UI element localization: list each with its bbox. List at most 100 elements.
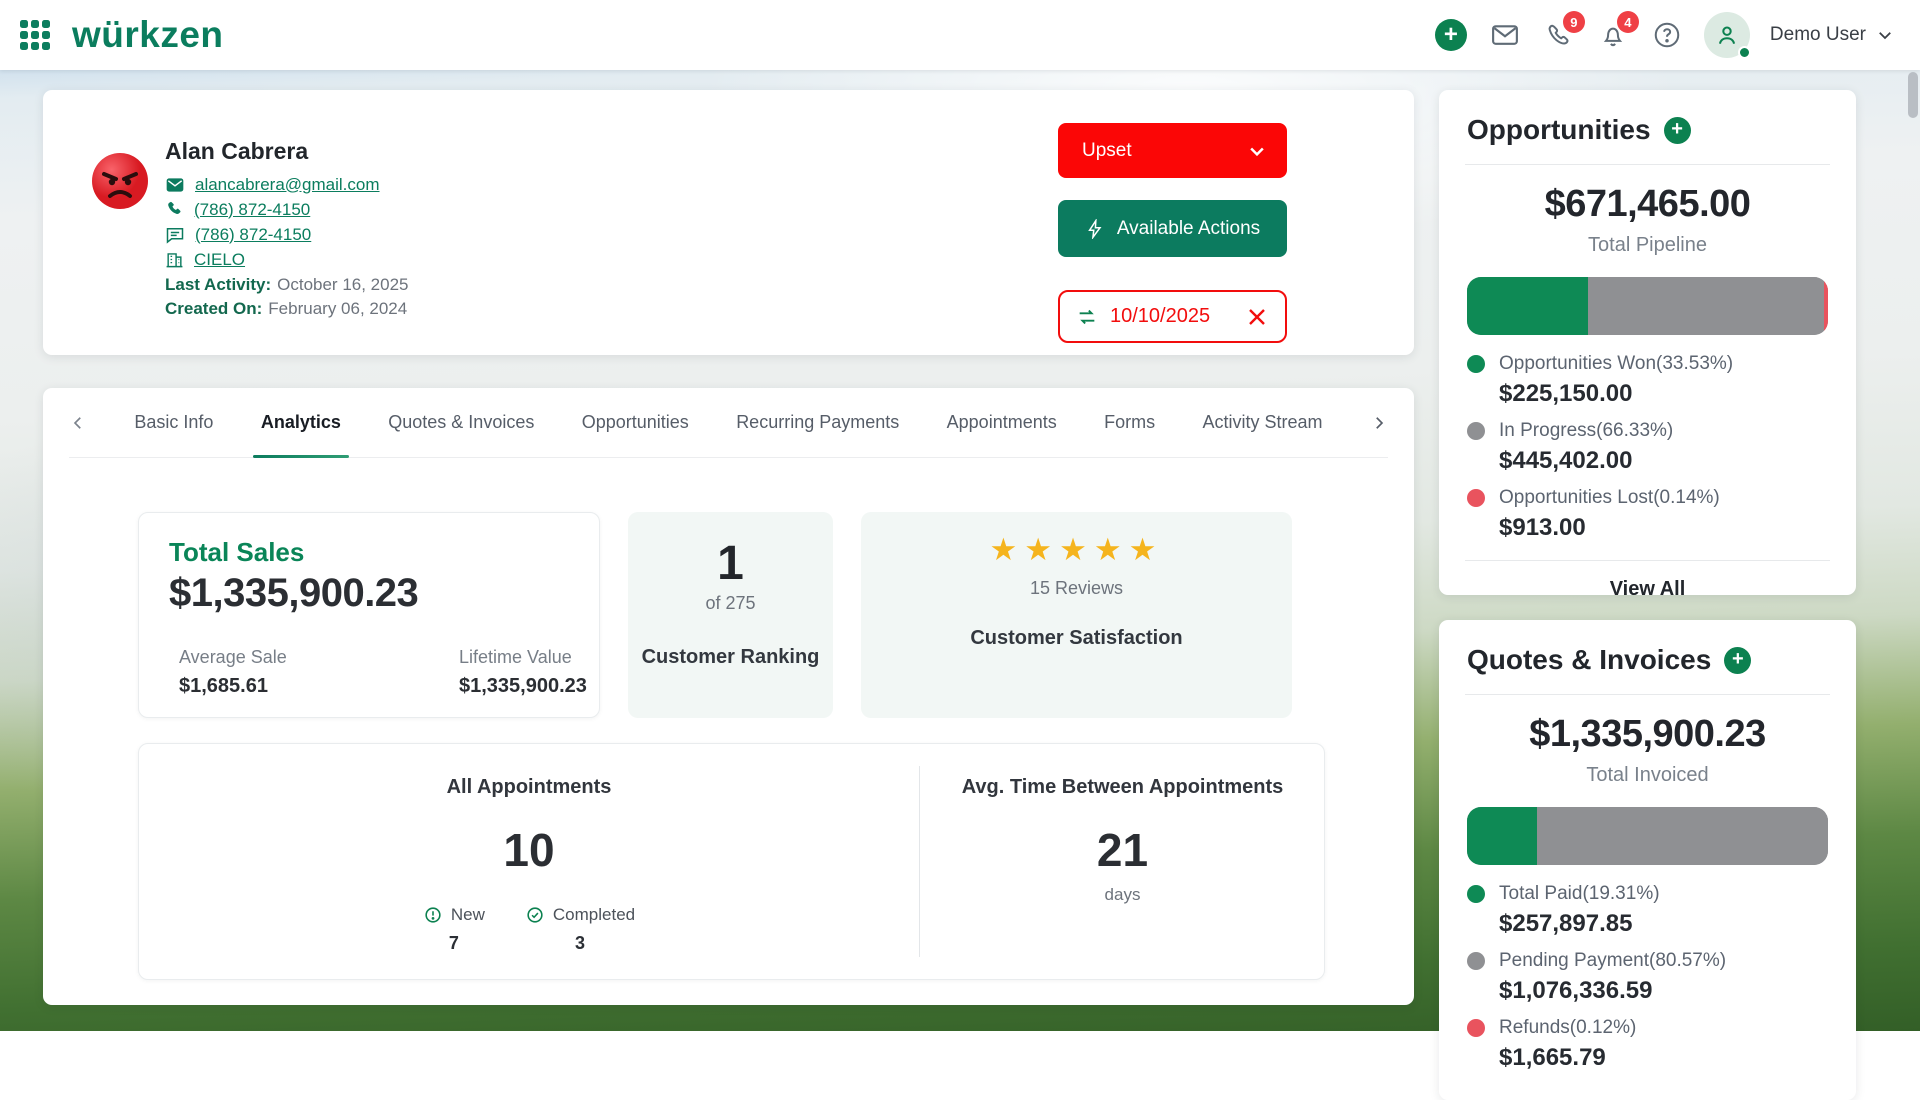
lightning-icon [1085, 219, 1105, 239]
new-alarm-icon [423, 905, 443, 925]
legend-opportunities-lost: Opportunities Lost(0.14%) $913.00 [1467, 487, 1828, 542]
clear-date-icon[interactable] [1245, 305, 1269, 329]
sms-icon [165, 225, 185, 245]
chevron-right-icon [1370, 414, 1388, 432]
last-activity-value: October 16, 2025 [277, 275, 408, 295]
last-activity-row: Last Activity: October 16, 2025 [165, 273, 409, 297]
tab-forms[interactable]: Forms [1104, 388, 1155, 457]
legend-total-paid: Total Paid(19.31%) $257,897.85 [1467, 883, 1828, 938]
chevron-down-icon [1247, 141, 1267, 161]
add-new-button[interactable]: + [1434, 18, 1468, 52]
mail-icon [1490, 20, 1520, 50]
legend-pending-payment: Pending Payment(80.57%) $1,076,336.59 [1467, 950, 1828, 1005]
satisfaction-label: Customer Satisfaction [861, 627, 1292, 650]
notifications-button[interactable]: 4 [1596, 18, 1630, 52]
customer-detail-card: Basic Info Analytics Quotes & Invoices O… [43, 388, 1414, 1005]
add-quote-button[interactable]: + [1724, 647, 1751, 674]
tab-opportunities[interactable]: Opportunities [582, 388, 689, 457]
status-dropdown-button[interactable]: Upset [1058, 123, 1287, 178]
legend-in-progress: In Progress(66.33%) $445,402.00 [1467, 420, 1828, 475]
created-on-value: February 06, 2024 [268, 299, 407, 319]
user-name-label: Demo User [1770, 24, 1866, 46]
customer-satisfaction-card: ★★★★★ 15 Reviews Customer Satisfaction [861, 512, 1292, 718]
recurring-date-button[interactable]: 10/10/2025 [1058, 290, 1287, 343]
status-label: Upset [1082, 140, 1247, 162]
won-label: Opportunities Won(33.53%) [1499, 353, 1733, 375]
lifetime-value-label: Lifetime Value [459, 647, 587, 668]
total-sales-amount: $1,335,900.23 [169, 571, 418, 616]
app-grid-icon[interactable] [20, 20, 50, 50]
lost-dot [1467, 489, 1485, 507]
angry-face-avatar [91, 152, 149, 210]
pending-amount: $1,076,336.59 [1499, 977, 1828, 1005]
person-icon [1714, 22, 1740, 48]
lifetime-value: Lifetime Value $1,335,900.23 [459, 647, 587, 698]
view-all-opportunities[interactable]: View All [1467, 578, 1828, 601]
average-sale-value: $1,685.61 [179, 675, 287, 698]
add-opportunity-button[interactable]: + [1664, 117, 1691, 144]
tab-recurring-payments[interactable]: Recurring Payments [736, 388, 899, 457]
page-scrollbar-thumb[interactable] [1908, 72, 1918, 118]
lost-segment [1824, 277, 1828, 335]
help-button[interactable] [1650, 18, 1684, 52]
invoiced-total: $1,335,900.23 [1467, 713, 1828, 756]
completed-check-icon [525, 905, 545, 925]
quotes-invoices-panel: Quotes & Invoices + $1,335,900.23 Total … [1439, 620, 1856, 1100]
available-actions-button[interactable]: Available Actions [1058, 200, 1287, 257]
in-progress-segment [1588, 277, 1824, 335]
won-amount: $225,150.00 [1499, 380, 1828, 408]
won-segment [1467, 277, 1588, 335]
recurring-icon [1076, 306, 1098, 328]
tabs-scroll-right[interactable] [1370, 414, 1388, 432]
user-menu[interactable]: Demo User [1770, 24, 1894, 46]
customer-ranking-card: 1 of 275 Customer Ranking [628, 512, 833, 718]
legend-refunds: Refunds(0.12%) $1,665.79 [1467, 1017, 1828, 1072]
tab-activity-stream[interactable]: Activity Stream [1203, 388, 1323, 457]
in-progress-amount: $445,402.00 [1499, 447, 1828, 475]
calls-button[interactable]: 9 [1542, 18, 1576, 52]
email-link[interactable]: alancabrera@gmail.com [195, 175, 380, 195]
paid-amount: $257,897.85 [1499, 910, 1828, 938]
phone-link[interactable]: (786) 872-4150 [194, 200, 310, 220]
wurkzen-logo[interactable]: würkzen [72, 14, 224, 56]
available-actions-label: Available Actions [1117, 218, 1260, 240]
all-appointments-total: 10 [139, 823, 919, 877]
in-progress-dot [1467, 422, 1485, 440]
tabs-scroll-left[interactable] [69, 414, 87, 432]
lost-amount: $913.00 [1499, 514, 1828, 542]
average-sale: Average Sale $1,685.61 [179, 647, 287, 698]
tab-analytics[interactable]: Analytics [261, 388, 341, 457]
company-link[interactable]: CIELO [194, 250, 245, 270]
tab-appointments[interactable]: Appointments [947, 388, 1057, 457]
new-label: New [451, 905, 485, 925]
paid-label: Total Paid(19.31%) [1499, 883, 1660, 905]
mail-button[interactable] [1488, 18, 1522, 52]
online-status-dot [1738, 46, 1751, 59]
invoiced-progress-bar [1467, 807, 1828, 865]
user-avatar[interactable] [1704, 12, 1750, 58]
won-dot [1467, 355, 1485, 373]
all-appointments-section: All Appointments 10 New 7 Completed 3 [139, 744, 919, 954]
tab-quotes-invoices[interactable]: Quotes & Invoices [388, 388, 534, 457]
refunds-dot [1467, 1019, 1485, 1037]
paid-segment [1467, 807, 1537, 865]
detail-tabs: Basic Info Analytics Quotes & Invoices O… [69, 388, 1388, 458]
divider [1465, 164, 1830, 165]
total-sales-card: Total Sales $1,335,900.23 Average Sale $… [138, 512, 600, 718]
avg-time-unit: days [919, 885, 1326, 905]
sms-link[interactable]: (786) 872-4150 [195, 225, 311, 245]
chevron-left-icon [69, 414, 87, 432]
last-activity-label: Last Activity: [165, 275, 271, 295]
all-appointments-title: All Appointments [139, 776, 919, 799]
help-icon [1652, 20, 1682, 50]
refunds-label: Refunds(0.12%) [1499, 1017, 1636, 1039]
pending-dot [1467, 952, 1485, 970]
opportunities-panel: Opportunities + $671,465.00 Total Pipeli… [1439, 90, 1856, 595]
avg-time-title: Avg. Time Between Appointments [919, 776, 1326, 799]
customer-name: Alan Cabrera [165, 138, 409, 165]
paid-dot [1467, 885, 1485, 903]
ranking-of: of 275 [628, 593, 833, 614]
chevron-down-icon [1876, 26, 1894, 44]
tab-basic-info[interactable]: Basic Info [134, 388, 213, 457]
opportunities-title: Opportunities [1467, 114, 1651, 146]
